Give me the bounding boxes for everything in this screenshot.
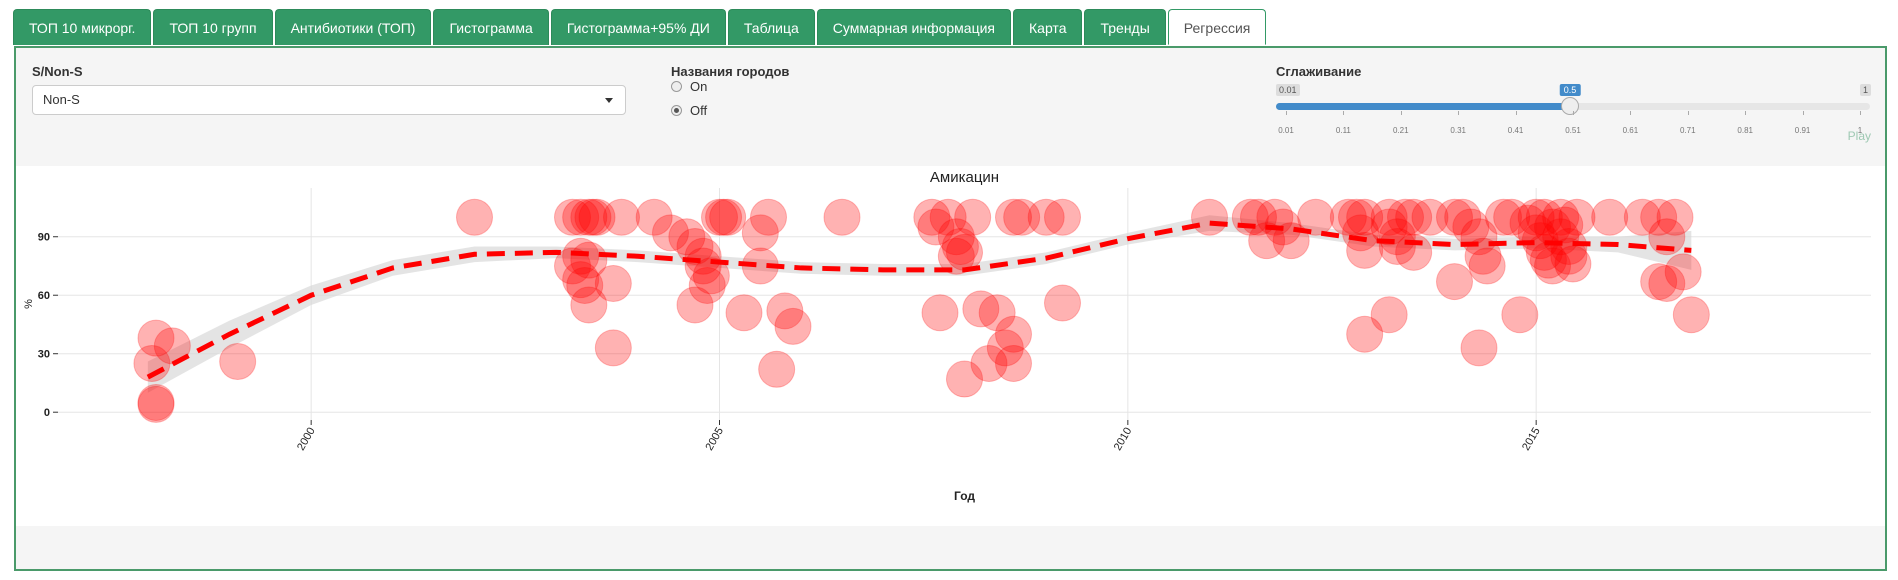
data-point bbox=[725, 294, 763, 332]
data-point bbox=[1468, 247, 1506, 285]
tab-6[interactable]: Таблица bbox=[727, 9, 815, 45]
radio-on[interactable] bbox=[671, 81, 682, 92]
slider-tick-label: 0.11 bbox=[1335, 126, 1351, 135]
data-point bbox=[1672, 296, 1710, 334]
data-point bbox=[946, 233, 983, 271]
slider-tick-label: 0.71 bbox=[1680, 126, 1696, 135]
data-point bbox=[995, 344, 1032, 382]
slider-tick-label: 0.51 bbox=[1565, 126, 1581, 135]
slider-handle[interactable] bbox=[1561, 97, 1580, 115]
slider-tick-mark bbox=[1860, 111, 1861, 115]
x-tick-label: 2010 bbox=[1112, 426, 1135, 453]
slider-tick-mark bbox=[1343, 111, 1345, 115]
slider-tick-mark bbox=[1286, 111, 1287, 115]
slider-tick-label: 0.21 bbox=[1393, 126, 1409, 135]
x-tick-label: 2005 bbox=[703, 426, 726, 453]
data-point bbox=[823, 198, 861, 236]
cities-label: Названия городов bbox=[671, 64, 790, 79]
tab-2[interactable]: ТОП 10 групп bbox=[153, 9, 273, 45]
confidence-band bbox=[147, 215, 1692, 393]
y-tick-label: 0 bbox=[44, 407, 50, 419]
data-point bbox=[741, 214, 779, 252]
slider-tick-mark bbox=[1458, 111, 1460, 115]
slider-tick-mark bbox=[1687, 111, 1689, 115]
slider-tick-label: 0.81 bbox=[1737, 126, 1753, 135]
slider-min-label: 0.01 bbox=[1276, 84, 1300, 96]
y-tick-label: 90 bbox=[38, 232, 50, 244]
sns-select[interactable]: Non-S bbox=[32, 85, 626, 115]
slider-tick-label: 0.61 bbox=[1622, 126, 1639, 135]
data-point bbox=[1554, 245, 1592, 283]
chart-title: Амикацин bbox=[930, 169, 999, 186]
radio-off-option[interactable]: Off bbox=[671, 103, 707, 118]
data-point bbox=[1436, 263, 1473, 301]
slider-value-label: 0.5 bbox=[1559, 84, 1581, 96]
tab-10[interactable]: Регрессия bbox=[1167, 9, 1267, 45]
data-point bbox=[137, 385, 175, 423]
tab-7[interactable]: Суммарная информация bbox=[816, 9, 1012, 45]
data-point bbox=[219, 343, 257, 381]
slider-tick-mark bbox=[1630, 111, 1632, 115]
slider-tick-label: 0.41 bbox=[1507, 126, 1524, 135]
data-point bbox=[1395, 233, 1433, 271]
data-point bbox=[954, 198, 992, 236]
slider-tick-label: 0.31 bbox=[1450, 126, 1466, 135]
y-axis-label: % bbox=[23, 299, 35, 309]
y-tick-label: 60 bbox=[38, 290, 50, 302]
x-axis-label: Год bbox=[954, 489, 975, 503]
sns-label: S/Non-S bbox=[32, 64, 83, 79]
slider-tick-mark bbox=[1745, 111, 1747, 115]
data-point bbox=[1501, 296, 1539, 334]
slider-tick-label: 0.01 bbox=[1278, 126, 1294, 135]
radio-on-label: On bbox=[690, 79, 708, 94]
slider-fill bbox=[1276, 103, 1571, 110]
x-tick-label: 2015 bbox=[1520, 426, 1543, 453]
data-point bbox=[594, 265, 632, 303]
slider-tick-label: 0.91 bbox=[1794, 126, 1811, 135]
data-point bbox=[1558, 198, 1596, 236]
data-point bbox=[1591, 198, 1629, 236]
data-point bbox=[709, 198, 747, 236]
tab-bar: ТОП 10 микрорг. ТОП 10 групп Антибиотики (… bbox=[13, 9, 1267, 45]
sns-select-value: Non-S bbox=[43, 92, 80, 107]
data-point bbox=[1191, 198, 1228, 236]
tab-1[interactable]: ТОП 10 микрорг. bbox=[13, 9, 152, 45]
tab-5[interactable]: Гистограмма+95% ДИ bbox=[550, 9, 726, 45]
tab-4[interactable]: Гистограмма bbox=[433, 9, 549, 45]
regression-chart: 0 30 60 90 2000 2005 2010 2015 Амикацин Год% bbox=[23, 169, 1871, 503]
data-point bbox=[594, 329, 632, 367]
radio-off[interactable] bbox=[671, 105, 682, 116]
controls-panel: S/Non-S Non-S Названия городов On Off Сг… bbox=[16, 48, 1885, 164]
plot-area: 0 30 60 90 2000 2005 2010 2015 Амикацин Год% bbox=[16, 166, 1885, 526]
slider-max-label: 1 bbox=[1859, 84, 1871, 96]
slider-tick-mark bbox=[1573, 111, 1574, 115]
y-tick-label: 30 bbox=[38, 349, 50, 361]
data-point bbox=[774, 307, 812, 345]
radio-on-option[interactable]: On bbox=[671, 79, 707, 94]
tab-9[interactable]: Тренды bbox=[1084, 9, 1166, 45]
data-point bbox=[1370, 296, 1408, 334]
data-point bbox=[603, 198, 640, 236]
tab-8[interactable]: Карта bbox=[1013, 9, 1083, 45]
slider-tick-mark bbox=[1515, 111, 1517, 115]
data-point bbox=[1044, 198, 1081, 236]
smoothing-slider[interactable]: 0.01 1 0.5 0.01 0.11 0.21 0.31 0.41 0.51 0.61 0… bbox=[1276, 84, 1871, 154]
tab-3[interactable]: Антибиотики (ТОП) bbox=[274, 9, 432, 45]
data-point bbox=[1460, 329, 1498, 367]
slider-tick-mark bbox=[1802, 111, 1804, 115]
play-button[interactable]: Play bbox=[1848, 129, 1871, 143]
data-point bbox=[758, 350, 796, 388]
x-tick-label: 2000 bbox=[295, 426, 318, 453]
data-point bbox=[1664, 253, 1702, 291]
data-point bbox=[456, 198, 493, 236]
data-point bbox=[921, 294, 959, 332]
main-panel: S/Non-S Non-S Названия городов On Off Сг… bbox=[14, 46, 1887, 571]
data-point bbox=[1044, 284, 1081, 322]
radio-off-label: Off bbox=[690, 103, 708, 118]
smooth-label: Сглаживание bbox=[1276, 64, 1362, 79]
slider-tick-mark bbox=[1400, 111, 1402, 115]
chevron-down-icon bbox=[605, 98, 613, 103]
